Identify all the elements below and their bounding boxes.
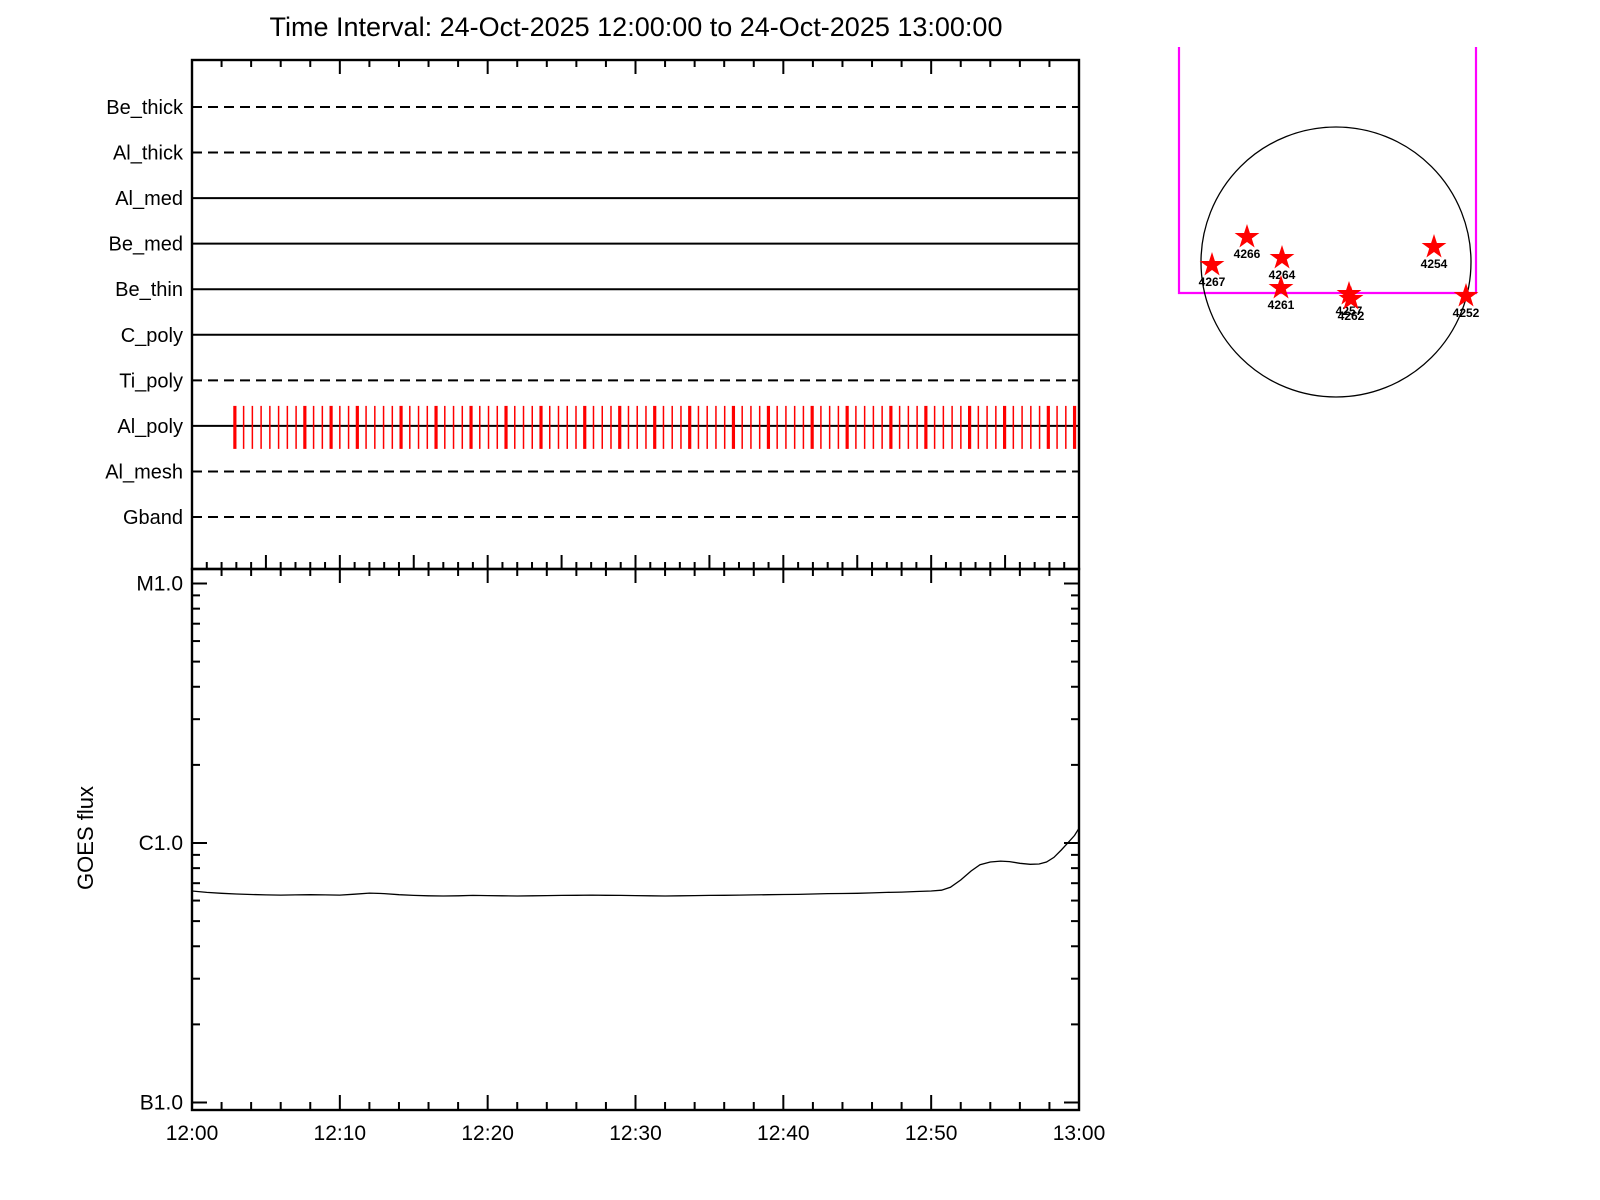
filter-row-label: Al_med bbox=[115, 188, 183, 210]
x-tick-label: 12:40 bbox=[757, 1122, 810, 1145]
plot-page: Time Interval: 24-Oct-2025 12:00:00 to 2… bbox=[0, 0, 1600, 1200]
filter-row-label: Gband bbox=[123, 507, 183, 529]
active-region-star bbox=[1199, 252, 1225, 276]
solar-disk-panel: 42664267 42644261 4257426242544252 bbox=[1177, 47, 1480, 398]
active-region-label: 4254 bbox=[1421, 257, 1448, 271]
y-tick-label: B1.0 bbox=[140, 1092, 183, 1115]
active-region-star bbox=[1234, 224, 1260, 248]
filter-row-label: Ti_poly bbox=[119, 370, 183, 392]
filter-row-label: Al_mesh bbox=[105, 461, 183, 483]
filter-row-label: Be_med bbox=[109, 234, 184, 256]
goes-ylabel: GOES flux bbox=[73, 786, 98, 890]
filter-timeline-panel: Be_thick Al_thick Al_med Be_med Be_thin C_pol… bbox=[105, 58, 1081, 571]
active-region-star bbox=[1453, 283, 1479, 307]
filter-row-label: C_poly bbox=[121, 325, 183, 347]
goes-flux-panel: 12:00 12:10 12:20 12:30 12:40 12:50 13:00 M1.0 C… bbox=[73, 567, 1106, 1145]
x-tick-label: 12:10 bbox=[314, 1122, 367, 1145]
x-tick-label: 12:00 bbox=[166, 1122, 219, 1145]
x-tick-label: 12:30 bbox=[609, 1122, 662, 1145]
y-tick-label: C1.0 bbox=[139, 832, 183, 855]
plot-canvas: Be_thick Al_thick Al_med Be_med Be_thin C_pol… bbox=[73, 47, 1480, 1145]
filter-panel-frame bbox=[190, 58, 1081, 571]
active-region-label: 4266 bbox=[1234, 247, 1261, 261]
goes-panel-frame bbox=[190, 567, 1081, 1112]
page-title: Time Interval: 24-Oct-2025 12:00:00 to 2… bbox=[269, 12, 1003, 42]
y-tick-label: M1.0 bbox=[136, 573, 183, 596]
active-region-label: 4267 bbox=[1199, 275, 1226, 289]
active-region-label: 4252 bbox=[1453, 306, 1480, 320]
filter-row-label: Be_thick bbox=[106, 97, 184, 119]
x-tick-label: 12:20 bbox=[461, 1122, 514, 1145]
x-tick-label: 12:50 bbox=[905, 1122, 958, 1145]
filter-row-label: Al_poly bbox=[117, 416, 183, 438]
goes-flux-curve bbox=[191, 827, 1080, 897]
filter-row-label: Al_thick bbox=[113, 143, 184, 165]
active-region-label: 4261 bbox=[1268, 298, 1295, 312]
active-region-star bbox=[1269, 245, 1295, 269]
active-region-label: 4262 bbox=[1338, 309, 1365, 323]
active-region-star bbox=[1421, 234, 1447, 258]
x-tick-label: 13:00 bbox=[1053, 1122, 1106, 1145]
filter-row-label: Be_thin bbox=[115, 279, 183, 301]
